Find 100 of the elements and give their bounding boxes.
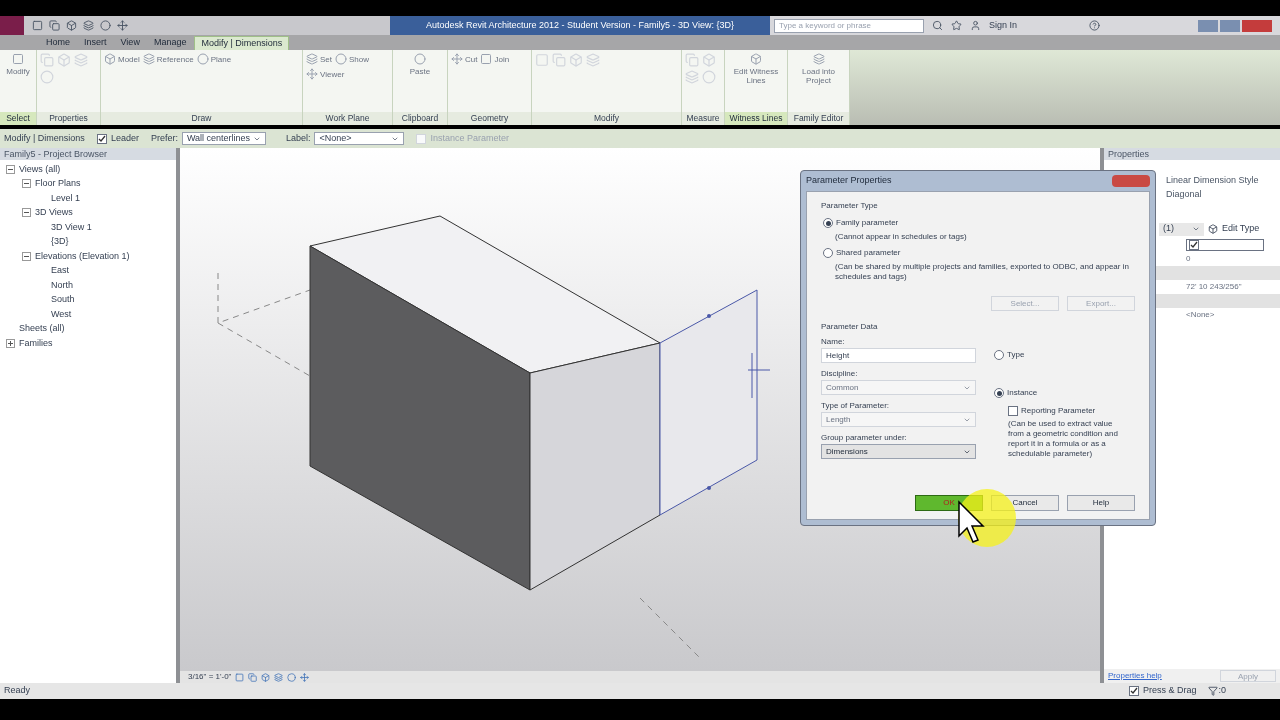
ribbon-button[interactable]: Paste [396, 53, 444, 76]
edit-type-button[interactable]: Edit Type [1208, 222, 1260, 236]
toolbar-icon[interactable] [100, 20, 111, 31]
tool-icon [142, 53, 155, 65]
panel-label: Draw [101, 112, 302, 125]
tree-item[interactable]: {3D} [51, 235, 69, 249]
radio-label: Instance [1007, 387, 1038, 399]
radio-button[interactable] [994, 388, 1004, 398]
tree-item[interactable]: West [51, 307, 72, 321]
tree-item[interactable]: Floor Plans [35, 177, 81, 191]
ribbon-button[interactable]: Load into Project [791, 53, 846, 85]
tool-icon [104, 53, 116, 65]
filter-icon[interactable] [1208, 686, 1219, 696]
tool-icon [12, 53, 24, 65]
dialog-title: Parameter Properties [806, 174, 892, 188]
view-control-icon[interactable] [235, 672, 245, 682]
close-button[interactable] [1242, 19, 1272, 32]
collapse-icon[interactable] [6, 164, 15, 174]
property-value[interactable]: 72' 10 243/256" [1186, 281, 1242, 293]
ribbon-button[interactable]: Viewer [306, 68, 345, 80]
panel-label: Witness Lines [725, 112, 787, 125]
option-note: (Cannot appear in schedules or tags) [835, 232, 968, 242]
checkbox-label: Leader [110, 131, 139, 145]
tool-icon [480, 53, 493, 65]
ribbon-button[interactable]: Edit Witness Lines [728, 53, 784, 85]
properties-help-link[interactable]: Properties help [1108, 670, 1162, 682]
search-icon[interactable] [932, 20, 943, 31]
expand-icon[interactable] [6, 338, 15, 348]
view-control-icon[interactable] [274, 672, 284, 682]
checkbox[interactable] [1008, 406, 1018, 416]
view-scale[interactable]: 3/16" = 1'-0" [188, 671, 232, 683]
view-control-icon[interactable] [261, 672, 271, 682]
maximize-button[interactable] [1220, 19, 1240, 32]
tree-item[interactable]: Sheets (all) [19, 322, 65, 336]
prefer-dropdown[interactable]: Wall centerlines [181, 132, 266, 145]
radio-label: Type [1007, 349, 1025, 361]
panel-label: Work Plane [303, 112, 392, 125]
label-dropdown[interactable]: <None> [314, 132, 405, 145]
tree-item[interactable]: East [51, 264, 69, 278]
instance-selector[interactable]: (1) [1159, 222, 1204, 236]
toolbar-icon[interactable] [32, 20, 43, 31]
view-control-icon[interactable] [287, 672, 297, 682]
view-control-icon[interactable] [248, 672, 258, 682]
toolbar-icon[interactable] [117, 20, 128, 31]
tree-item[interactable]: 3D View 1 [51, 220, 92, 234]
ribbon-tab[interactable]: Insert [78, 36, 113, 50]
sign-in-link[interactable]: Sign In [989, 18, 1018, 33]
field-label: Type of Parameter: [821, 400, 891, 412]
toolbar-icon[interactable] [49, 20, 60, 31]
checkbox[interactable] [1189, 240, 1199, 250]
ribbon-button[interactable]: Show [335, 53, 370, 65]
section-heading: Parameter Data [821, 321, 879, 333]
panel-label: Measure [682, 112, 724, 125]
ribbon-button[interactable]: Model [104, 53, 140, 65]
ribbon-tab[interactable]: Manage [147, 36, 193, 50]
tree-item[interactable]: 3D Views [35, 206, 73, 220]
view-control-icon[interactable] [300, 672, 310, 682]
ribbon-button[interactable]: Modify [3, 53, 33, 76]
ribbon-tab[interactable]: Home [40, 36, 76, 50]
radio-button[interactable] [823, 218, 833, 228]
checkbox-label: Instance Parameter [430, 131, 509, 145]
select-field[interactable]: Dimensions [821, 444, 976, 459]
ribbon-tab[interactable]: Modify | Dimensions [194, 36, 290, 50]
property-value[interactable]: <None> [1186, 309, 1215, 321]
dialog-button[interactable]: Help [1067, 495, 1135, 511]
ribbon-button[interactable]: Join [480, 53, 510, 65]
tree-item[interactable]: Families [19, 336, 53, 350]
filter-count: :0 [1218, 684, 1226, 698]
user-icon[interactable] [970, 20, 981, 31]
ribbon-tab[interactable]: View [114, 36, 146, 50]
radio-button[interactable] [823, 248, 833, 258]
option-note: (Can be used to extract value from a geometric condition and report it in a formula or as a schedulable parameter) [1008, 419, 1118, 459]
ribbon-button[interactable]: Reference [142, 53, 194, 65]
property-value[interactable]: 0 [1186, 253, 1191, 265]
tree-item[interactable]: South [51, 293, 75, 307]
name-field[interactable]: Height [821, 348, 976, 363]
tree-item[interactable]: Level 1 [51, 191, 81, 205]
panel-label: Modify [532, 112, 681, 125]
collapse-icon[interactable] [22, 251, 31, 261]
ribbon-button[interactable]: Set [306, 53, 332, 65]
toolbar-icon[interactable] [66, 20, 77, 31]
tree-item[interactable]: North [51, 278, 73, 292]
ribbon-button[interactable]: Cut [451, 53, 478, 65]
ribbon-button[interactable]: Plane [196, 53, 232, 65]
collapse-icon[interactable] [22, 179, 31, 189]
panel-label: Select [0, 112, 36, 125]
radio-button[interactable] [994, 350, 1004, 360]
checkbox-label: Reporting Parameter [1021, 405, 1096, 417]
tree-item[interactable]: Elevations (Elevation 1) [35, 249, 130, 263]
star-icon[interactable] [951, 20, 962, 31]
tree-item[interactable]: Views (all) [19, 162, 61, 176]
close-button[interactable] [1112, 175, 1150, 187]
checkbox[interactable] [96, 133, 107, 144]
property-field[interactable] [1186, 239, 1264, 251]
collapse-icon[interactable] [22, 208, 31, 218]
checkbox[interactable] [1128, 686, 1139, 696]
field-label: Discipline: [821, 368, 859, 380]
toolbar-icon[interactable] [83, 20, 94, 31]
help-icon[interactable] [1089, 20, 1101, 31]
minimize-button[interactable] [1198, 19, 1218, 32]
